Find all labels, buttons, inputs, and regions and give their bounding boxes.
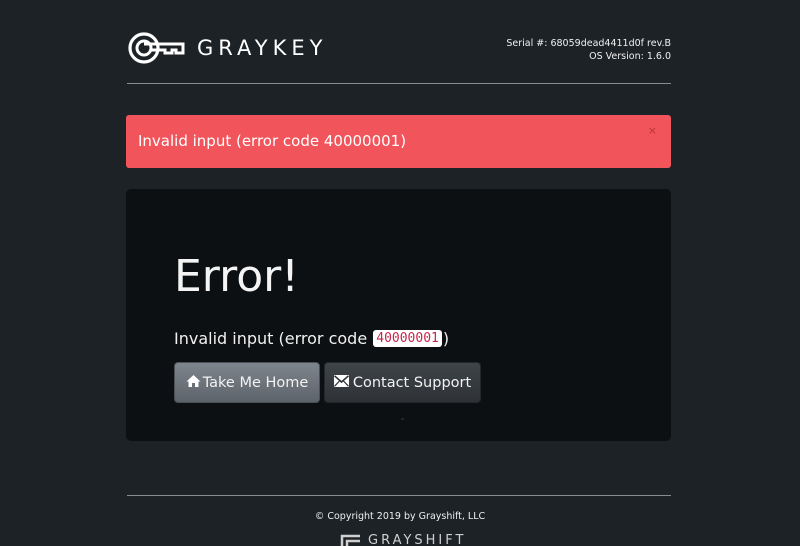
grayshift-logo-icon	[340, 534, 360, 546]
alert-message: Invalid input (error code 40000001)	[138, 132, 407, 150]
error-panel: Error! Invalid input (error code 4000000…	[126, 189, 671, 441]
copyright-text: © Copyright 2019 by Grayshift, LLC	[314, 511, 486, 522]
grayshift-logo-text: GRAYSHIFT	[368, 534, 467, 546]
error-message-prefix: Invalid input (error code	[174, 329, 373, 348]
contact-support-button[interactable]: Contact Support	[324, 362, 481, 403]
error-alert: Invalid input (error code 40000001) ×	[126, 115, 671, 168]
device-info: Serial #: 68059dead4411d0f rev.B OS Vers…	[506, 37, 671, 63]
grayshift-logo[interactable]: GRAYSHIFT	[340, 534, 466, 546]
error-title: Error!	[174, 251, 299, 302]
close-icon[interactable]: ×	[648, 124, 657, 137]
key-logo-icon	[128, 32, 185, 64]
os-version: OS Version: 1.6.0	[589, 51, 671, 62]
envelope-icon	[333, 374, 349, 391]
footer-divider	[127, 495, 671, 496]
logo-text: GRAYKEY	[197, 36, 328, 60]
header: GRAYKEY Serial #: 68059dead4411d0f rev.B…	[127, 28, 671, 68]
contact-support-label: Contact Support	[352, 374, 472, 391]
error-code: 40000001	[373, 330, 442, 347]
take-me-home-label: Take Me Home	[202, 374, 309, 391]
header-divider	[127, 83, 671, 84]
error-message: Invalid input (error code 40000001 )	[174, 329, 449, 348]
serial-number: Serial #: 68059dead4411d0f rev.B	[506, 38, 671, 49]
graykey-logo[interactable]: GRAYKEY	[127, 28, 327, 68]
take-me-home-button[interactable]: Take Me Home	[174, 362, 320, 403]
page: GRAYKEY Serial #: 68059dead4411d0f rev.B…	[0, 0, 800, 546]
error-message-suffix: )	[442, 329, 450, 348]
panel-marker	[401, 418, 404, 420]
home-icon	[186, 374, 201, 392]
